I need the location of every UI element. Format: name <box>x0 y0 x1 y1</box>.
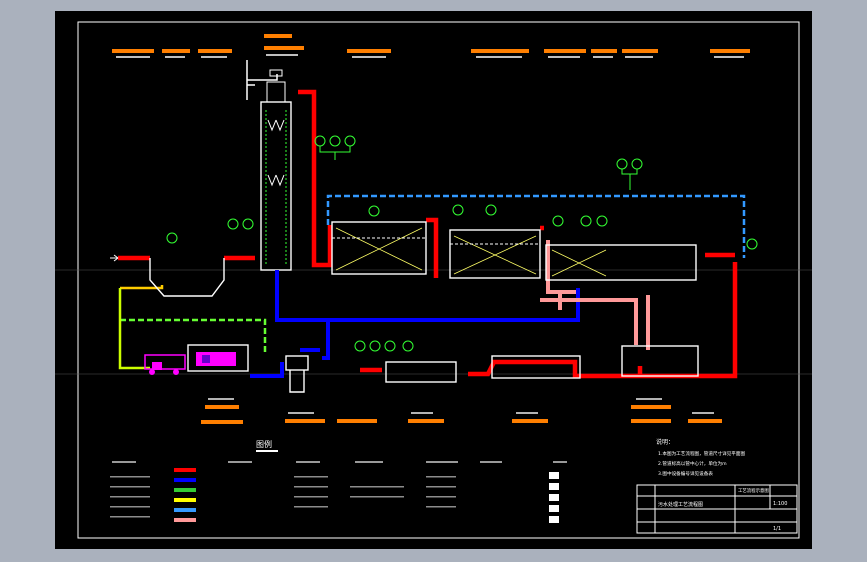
notes-line-2: 2.管道标高以管中心计，单位为m <box>658 460 727 467</box>
title-block-project: 工艺流程示意图 <box>738 487 769 494</box>
notes-line-1: 1.本图为工艺流程图，管道尺寸详见平面图 <box>658 450 745 457</box>
notes-title: 说明： <box>656 438 674 446</box>
notes-line-3: 3.图中设备编号详见设备表 <box>658 470 713 477</box>
process-flow-drawing: 图例 说明： 1.本图为工艺流程图，管道尺寸详见平面图 2.管道标高以管中心计，… <box>55 11 812 549</box>
title-block-scale: 1:100 <box>773 501 787 507</box>
drawing-sheet <box>55 11 812 549</box>
title-block-sheet: 1/1 <box>773 526 781 532</box>
title-block-drawing-name: 污水处理工艺流程图 <box>658 501 703 508</box>
legend-title: 图例 <box>256 439 272 449</box>
